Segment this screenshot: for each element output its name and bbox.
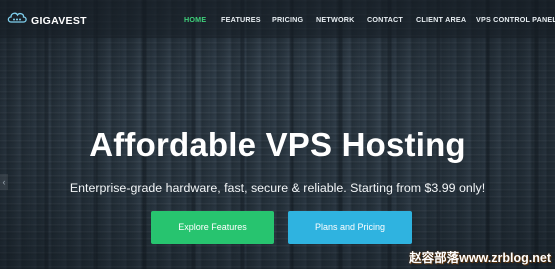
nav-item-network[interactable]: NETWORK xyxy=(316,15,355,24)
plans-and-pricing-button[interactable]: Plans and Pricing xyxy=(288,211,412,244)
nav-item-contact[interactable]: CONTACT xyxy=(367,15,403,24)
nav-item-client-area[interactable]: CLIENT AREA xyxy=(416,15,466,24)
hero-title: Affordable VPS Hosting xyxy=(89,126,466,163)
main-nav: HOME FEATURES PRICING NETWORK CONTACT CL… xyxy=(0,15,555,27)
nav-item-home[interactable]: HOME xyxy=(184,15,206,24)
explore-features-button[interactable]: Explore Features xyxy=(151,211,274,244)
nav-item-features[interactable]: FEATURES xyxy=(221,15,261,24)
top-navbar: GIGAVEST HOME FEATURES PRICING NETWORK C… xyxy=(0,0,555,38)
hero-subtitle: Enterprise-grade hardware, fast, secure … xyxy=(69,181,486,195)
nav-item-vps-control-panel[interactable]: VPS CONTROL PANEL xyxy=(476,15,555,24)
nav-item-pricing[interactable]: PRICING xyxy=(272,15,303,24)
watermark-text: 赵容部落www.zrblog.net xyxy=(409,251,551,265)
